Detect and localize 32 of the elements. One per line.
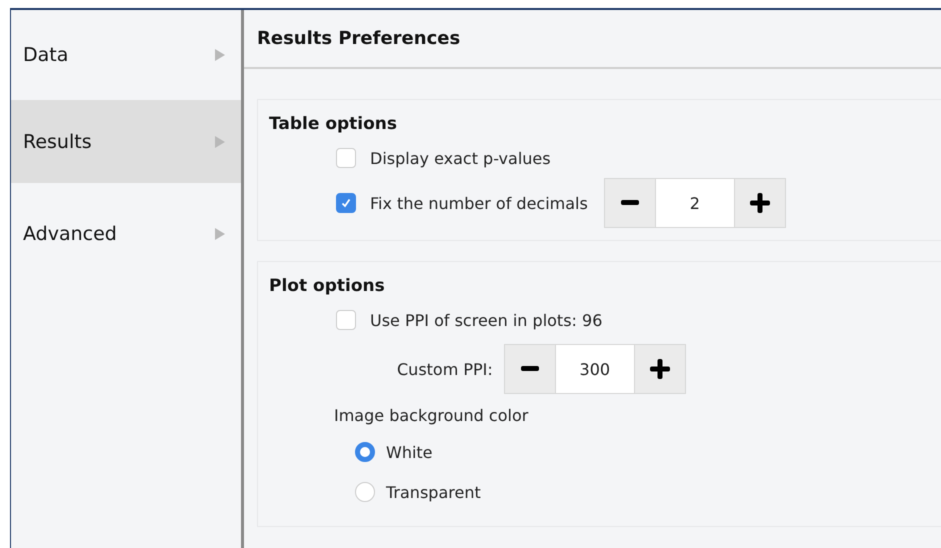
- minus-icon: [520, 366, 539, 372]
- triangle-icon: [215, 49, 225, 61]
- triangle-icon: [215, 228, 225, 240]
- field-label: Custom PPI:: [397, 360, 493, 378]
- checkbox[interactable]: [336, 310, 356, 330]
- checkbox-label: Use PPI of screen in plots: 96: [370, 310, 602, 330]
- checkmark-icon: [340, 197, 352, 209]
- increment-button[interactable]: [634, 345, 685, 393]
- section-title: Table options: [269, 114, 398, 134]
- triangle-icon: [215, 136, 225, 148]
- group-label: Image background color: [334, 406, 528, 424]
- radio-label: Transparent: [386, 482, 481, 502]
- checkbox[interactable]: [336, 193, 356, 213]
- increment-button[interactable]: [734, 179, 785, 227]
- checkbox-label: Display exact p-values: [370, 148, 551, 168]
- radio-button[interactable]: [355, 482, 375, 502]
- plus-icon: [650, 359, 670, 379]
- decrement-button[interactable]: [604, 179, 655, 227]
- sidebar-item[interactable]: Results: [11, 100, 241, 183]
- radio-label: White: [386, 442, 433, 462]
- section-title: Plot options: [269, 276, 386, 296]
- checkbox-label: Fix the number of decimals: [370, 194, 588, 212]
- minus-icon: [620, 200, 639, 206]
- decrement-button[interactable]: [504, 345, 555, 393]
- radio-button[interactable]: [355, 442, 375, 462]
- number-field[interactable]: 300: [554, 345, 635, 393]
- number-field[interactable]: 2: [654, 179, 735, 227]
- checkbox[interactable]: [336, 148, 356, 168]
- sidebar-item[interactable]: Data: [11, 10, 241, 100]
- page-title: Results Preferences: [257, 28, 460, 49]
- plus-icon: [750, 193, 770, 213]
- sidebar-item[interactable]: Advanced: [11, 183, 241, 285]
